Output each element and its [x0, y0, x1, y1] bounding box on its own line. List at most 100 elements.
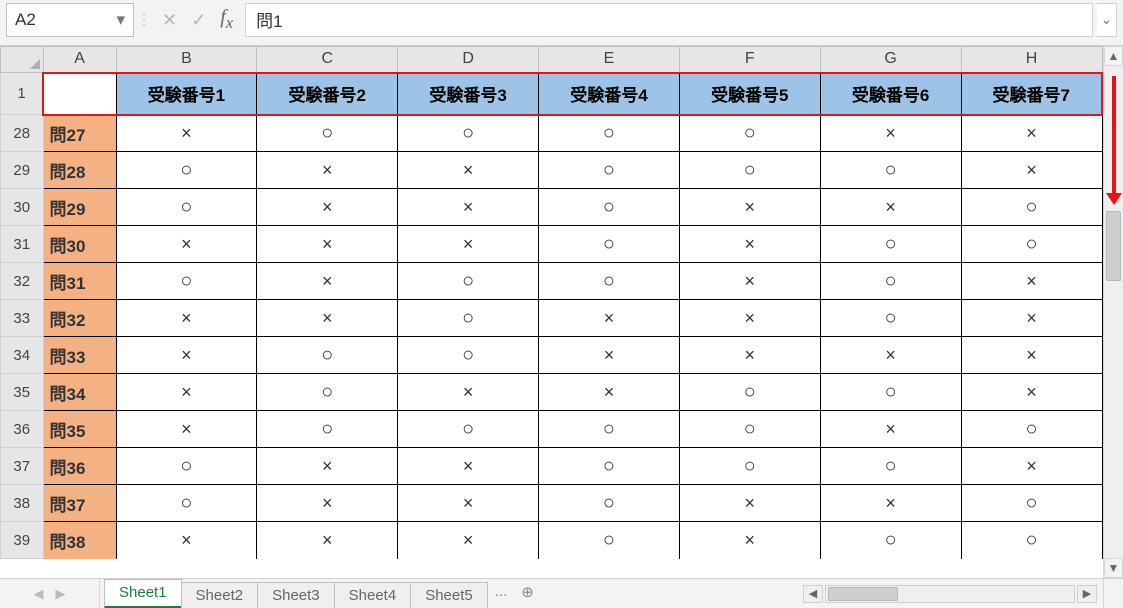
tab-more[interactable]: ...	[487, 579, 516, 608]
data-cell[interactable]: ○	[539, 485, 680, 522]
tab-next-icon[interactable]: ▶	[56, 586, 66, 602]
data-cell[interactable]: ○	[398, 337, 539, 374]
data-cell[interactable]: ○	[961, 411, 1102, 448]
worksheet-grid[interactable]: ABCDEFGH1受験番号1受験番号2受験番号3受験番号4受験番号5受験番号6受…	[0, 46, 1103, 578]
data-cell[interactable]: ○	[539, 522, 680, 559]
data-cell[interactable]: ×	[116, 115, 257, 152]
name-box[interactable]: A2 ▾	[6, 3, 134, 37]
row-label-cell[interactable]: 問28	[43, 152, 116, 189]
column-label[interactable]: 受験番号1	[116, 73, 257, 115]
data-cell[interactable]: ○	[398, 115, 539, 152]
data-cell[interactable]: ○	[398, 411, 539, 448]
hscroll-right-icon[interactable]: ▶	[1077, 585, 1097, 603]
data-cell[interactable]: ○	[679, 411, 820, 448]
data-cell[interactable]: ×	[257, 263, 398, 300]
data-cell[interactable]: ×	[116, 374, 257, 411]
data-cell[interactable]: ○	[257, 115, 398, 152]
data-cell[interactable]: ×	[820, 189, 961, 226]
data-cell[interactable]: ×	[257, 448, 398, 485]
data-cell[interactable]: ×	[961, 374, 1102, 411]
sheet-tab[interactable]: Sheet5	[410, 582, 488, 608]
data-cell[interactable]: ×	[679, 189, 820, 226]
data-cell[interactable]: ×	[116, 226, 257, 263]
data-cell[interactable]: ×	[961, 337, 1102, 374]
row-label-cell[interactable]: 問38	[43, 522, 116, 559]
row-header[interactable]: 33	[1, 300, 44, 337]
data-cell[interactable]: ×	[820, 485, 961, 522]
row-header[interactable]: 1	[1, 73, 44, 115]
data-cell[interactable]: ○	[398, 263, 539, 300]
data-cell[interactable]: ○	[116, 263, 257, 300]
data-cell[interactable]: ×	[961, 300, 1102, 337]
data-cell[interactable]: ×	[679, 522, 820, 559]
row-header[interactable]: 36	[1, 411, 44, 448]
data-cell[interactable]: ○	[820, 374, 961, 411]
data-cell[interactable]: ○	[961, 522, 1102, 559]
data-cell[interactable]: ×	[679, 226, 820, 263]
sheet-tab[interactable]: Sheet1	[104, 579, 182, 608]
data-cell[interactable]: ○	[820, 448, 961, 485]
data-cell[interactable]: ○	[539, 263, 680, 300]
data-cell[interactable]: ×	[398, 448, 539, 485]
data-cell[interactable]: ×	[961, 152, 1102, 189]
data-cell[interactable]: ×	[257, 226, 398, 263]
data-cell[interactable]: ○	[116, 152, 257, 189]
data-cell[interactable]: ×	[679, 263, 820, 300]
hscroll-left-icon[interactable]: ◀	[803, 585, 823, 603]
data-cell[interactable]: ×	[257, 152, 398, 189]
vertical-scrollbar[interactable]: ▲ ▼	[1103, 46, 1123, 578]
data-cell[interactable]: ×	[257, 485, 398, 522]
row-label-cell[interactable]: 問36	[43, 448, 116, 485]
data-cell[interactable]: ○	[539, 448, 680, 485]
new-sheet-icon[interactable]: ⊕	[515, 579, 540, 608]
data-cell[interactable]: ×	[820, 115, 961, 152]
tab-prev-icon[interactable]: ◀	[34, 586, 44, 602]
data-cell[interactable]: ○	[539, 411, 680, 448]
data-cell[interactable]: ○	[820, 226, 961, 263]
column-label[interactable]: 受験番号4	[539, 73, 680, 115]
row-header[interactable]: 35	[1, 374, 44, 411]
data-cell[interactable]: ×	[961, 115, 1102, 152]
cancel-icon[interactable]: ✕	[162, 11, 177, 29]
data-cell[interactable]: ○	[961, 485, 1102, 522]
data-cell[interactable]: ○	[820, 300, 961, 337]
data-cell[interactable]: ×	[679, 485, 820, 522]
data-cell[interactable]: ×	[398, 152, 539, 189]
data-cell[interactable]: ○	[539, 115, 680, 152]
data-cell[interactable]: ○	[257, 374, 398, 411]
data-cell[interactable]: ○	[961, 189, 1102, 226]
data-cell[interactable]: ×	[257, 300, 398, 337]
row-header[interactable]: 38	[1, 485, 44, 522]
row-label-cell[interactable]: 問35	[43, 411, 116, 448]
row-label-cell[interactable]: 問33	[43, 337, 116, 374]
sheet-tab[interactable]: Sheet4	[334, 582, 412, 608]
accept-icon[interactable]: ✓	[191, 11, 206, 29]
select-all-cell[interactable]	[1, 47, 44, 73]
data-cell[interactable]: ×	[398, 189, 539, 226]
data-cell[interactable]: ○	[679, 152, 820, 189]
data-cell[interactable]: ○	[257, 337, 398, 374]
data-cell[interactable]: ×	[116, 522, 257, 559]
data-cell[interactable]: ○	[539, 189, 680, 226]
data-cell[interactable]: ○	[679, 374, 820, 411]
data-cell[interactable]: ○	[539, 152, 680, 189]
column-header[interactable]: F	[679, 47, 820, 73]
column-label[interactable]: 受験番号6	[820, 73, 961, 115]
hscroll-thumb[interactable]	[828, 587, 898, 601]
data-cell[interactable]: ×	[539, 300, 680, 337]
cell-A1[interactable]	[43, 73, 116, 115]
data-cell[interactable]: ×	[820, 337, 961, 374]
data-cell[interactable]: ×	[257, 522, 398, 559]
scroll-thumb[interactable]	[1106, 211, 1121, 281]
row-label-cell[interactable]: 問34	[43, 374, 116, 411]
data-cell[interactable]: ○	[679, 448, 820, 485]
data-cell[interactable]: ×	[679, 300, 820, 337]
data-cell[interactable]: ○	[116, 448, 257, 485]
row-label-cell[interactable]: 問37	[43, 485, 116, 522]
column-label[interactable]: 受験番号7	[961, 73, 1102, 115]
data-cell[interactable]: ×	[539, 374, 680, 411]
row-header[interactable]: 32	[1, 263, 44, 300]
sheet-tab[interactable]: Sheet3	[257, 582, 335, 608]
data-cell[interactable]: ○	[961, 226, 1102, 263]
hscroll-track[interactable]	[825, 585, 1075, 603]
